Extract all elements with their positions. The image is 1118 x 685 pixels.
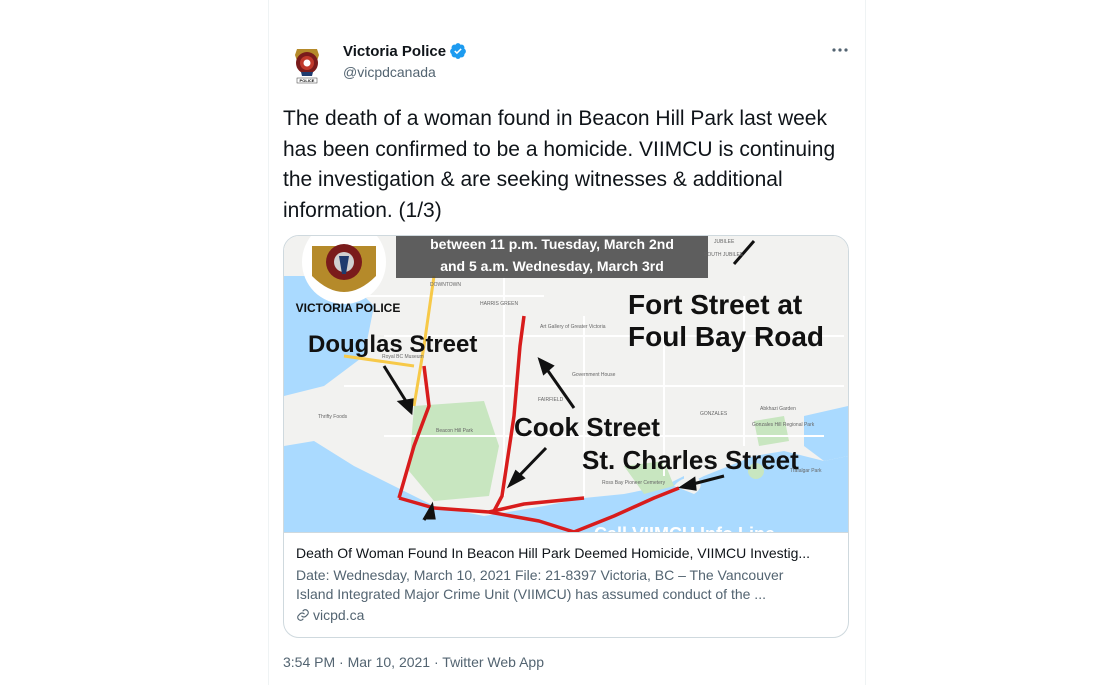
map-label-art-gallery: Art Gallery of Greater Victoria <box>540 324 606 330</box>
label-fort-street: Fort Street at <box>628 289 802 320</box>
map-label-beacon-hill: Beacon Hill Park <box>436 428 473 434</box>
author-name-row[interactable]: Victoria Police <box>343 42 467 60</box>
banner-line-1: between 11 p.m. Tuesday, March 2nd <box>430 236 674 252</box>
card-map-image[interactable]: VICTORIA POLICE between 11 p.m. Tuesday,… <box>284 236 848 532</box>
tweet-meta: 3:54 PM · Mar 10, 2021 · Twitter Web App <box>283 654 544 670</box>
tweet-text: The death of a woman found in Beacon Hil… <box>283 107 836 222</box>
link-card[interactable]: VICTORIA POLICE between 11 p.m. Tuesday,… <box>283 235 849 638</box>
map-label-downtown: DOWNTOWN <box>430 282 461 288</box>
crest-text: VICTORIA POLICE <box>296 301 401 315</box>
map-label-government-house: Government House <box>572 372 616 378</box>
map-label-gonzales: GONZALES <box>700 411 728 417</box>
card-domain[interactable]: vicpd.ca <box>296 607 364 623</box>
card-description[interactable]: Date: Wednesday, March 10, 2021 File: 21… <box>296 566 816 604</box>
meta-separator: · <box>339 654 344 670</box>
label-bottom-partial: Call VIIMCU Info Line <box>594 524 775 532</box>
meta-separator-2: · <box>433 654 439 670</box>
tweet-time[interactable]: 3:54 PM <box>283 654 335 670</box>
avatar[interactable]: POLICE <box>283 39 331 87</box>
label-douglas-street: Douglas Street <box>308 331 477 358</box>
tweet-date[interactable]: Mar 10, 2021 <box>348 654 431 670</box>
svg-text:POLICE: POLICE <box>300 78 315 83</box>
victoria-police-crest-icon: POLICE <box>283 39 331 87</box>
map-label-fairfield: FAIRFIELD <box>538 397 564 403</box>
map-label-thrifty: Thrifty Foods <box>318 414 348 420</box>
card-body[interactable]: Death Of Woman Found In Beacon Hill Park… <box>284 532 848 637</box>
map-label-jubilee: JUBILEE <box>714 239 735 245</box>
label-st-charles-street: St. Charles Street <box>582 445 799 475</box>
card-domain-text[interactable]: vicpd.ca <box>313 607 364 623</box>
link-icon <box>297 609 309 621</box>
card-title[interactable]: Death Of Woman Found In Beacon Hill Park… <box>296 545 836 561</box>
author-handle[interactable]: @vicpdcanada <box>343 64 436 80</box>
label-foul-bay: Foul Bay Road <box>628 321 824 352</box>
banner-line-2: and 5 a.m. Wednesday, March 3rd <box>440 258 664 274</box>
map-label-ross-bay: Ross Bay Pioneer Cemetery <box>602 480 666 486</box>
map-label-harris-green: HARRIS GREEN <box>480 301 518 307</box>
label-cook-street: Cook Street <box>514 412 660 442</box>
more-options-icon[interactable] <box>830 40 850 60</box>
map-label-abkhazi: Abkhazi Garden <box>760 406 796 412</box>
map-label-gonzales-hill: Gonzales Hill Regional Park <box>752 422 815 428</box>
map-label-south-jubilee: SOUTH JUBILEE <box>704 252 744 258</box>
verified-badge-icon <box>450 43 466 59</box>
tweet-source[interactable]: Twitter Web App <box>442 654 544 670</box>
author-display-name[interactable]: Victoria Police <box>343 43 446 60</box>
